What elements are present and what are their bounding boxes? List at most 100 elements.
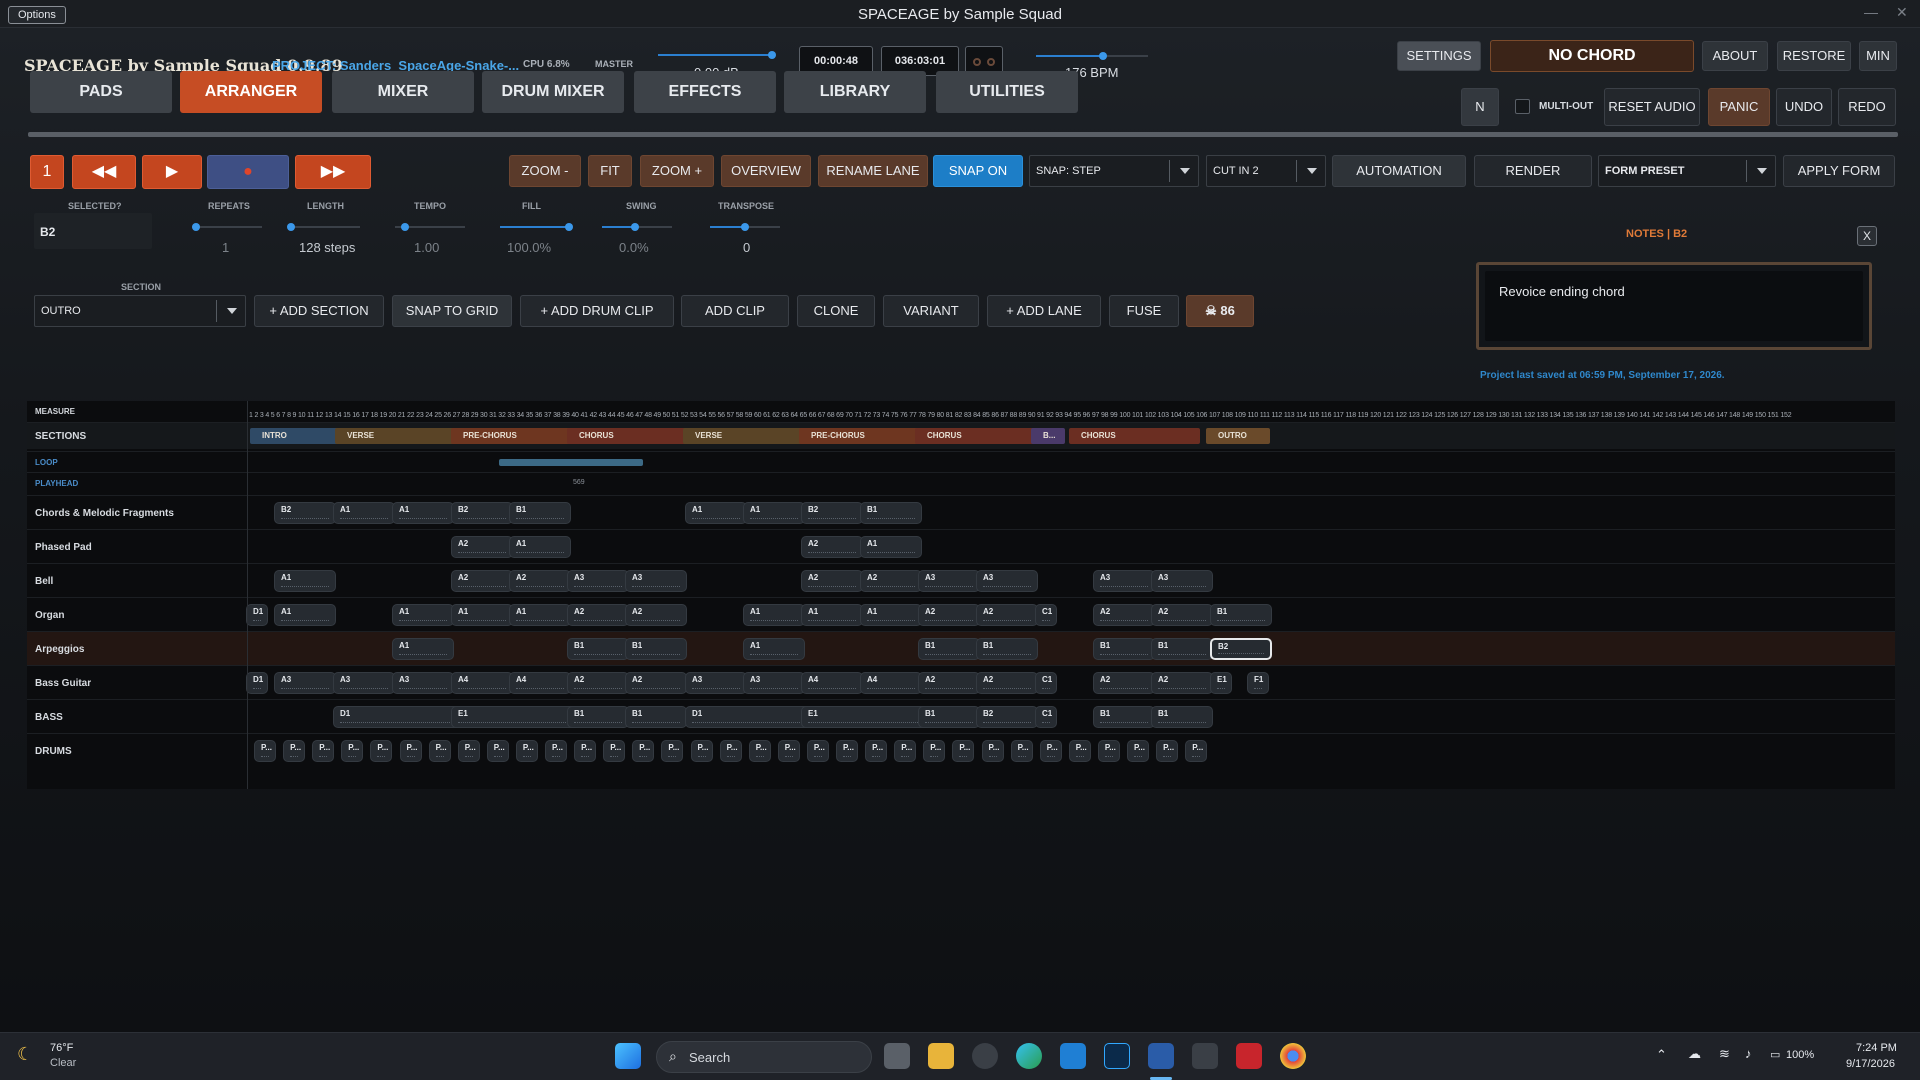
multi-out-checkbox[interactable] [1515,99,1530,114]
clip[interactable]: A3 [567,570,629,592]
chrome-icon[interactable] [1280,1043,1306,1069]
clock-date[interactable]: 9/17/2026 [1846,1058,1895,1070]
variant-button[interactable]: VARIANT [883,295,979,327]
play-icon[interactable]: ▶ [142,155,202,189]
repeats-slider[interactable] [192,226,262,228]
clip[interactable]: A1 [743,502,805,524]
minimize-icon[interactable]: — [1864,4,1878,20]
clone-button[interactable]: CLONE [797,295,875,327]
length-slider[interactable] [290,226,360,228]
loop-region[interactable] [499,459,643,466]
clip[interactable]: A1 [801,604,863,626]
cloud-icon[interactable]: ☁ [1688,1046,1701,1062]
drum-clip[interactable]: P... [952,740,975,762]
clip[interactable]: B2 [1210,638,1272,660]
lane-name[interactable]: Organ [35,610,64,621]
clip[interactable]: A2 [451,570,513,592]
tab-utilities[interactable]: UTILITIES [936,71,1078,113]
clip[interactable]: A2 [801,536,863,558]
weather-desc[interactable]: Clear [50,1057,76,1069]
drum-clip[interactable]: P... [254,740,276,762]
reset-audio-button[interactable]: RESET AUDIO [1604,88,1700,126]
battery-icon[interactable]: ▭ [1770,1048,1780,1061]
clip[interactable]: F1 [1247,672,1269,694]
clip[interactable]: B1 [918,638,980,660]
drum-clip[interactable]: P... [515,740,538,762]
master-slider-knob[interactable] [768,51,776,59]
drum-clip[interactable]: P... [603,740,626,762]
clip[interactable]: A2 [1093,672,1155,694]
clip[interactable]: A2 [918,604,980,626]
add-lane-button[interactable]: + ADD LANE [987,295,1101,327]
clip[interactable]: A2 [860,570,922,592]
chord-display[interactable]: NO CHORD [1490,40,1694,72]
bar-counter-button[interactable]: 1 [30,155,64,189]
drum-clip[interactable]: P... [341,740,364,762]
photoshop-icon[interactable] [1104,1043,1130,1069]
drum-clip[interactable]: P... [923,740,946,762]
snap-step-select[interactable]: SNAP: STEP [1029,155,1199,187]
clip[interactable]: C1 [1035,706,1057,728]
clip[interactable]: E1 [451,706,579,728]
clip[interactable]: A2 [1151,672,1213,694]
clip[interactable]: A2 [625,672,687,694]
lane-name[interactable]: Arpeggios [35,644,84,655]
repeats-knob[interactable] [192,223,200,231]
redo-button[interactable]: REDO [1838,88,1896,126]
drum-clip[interactable]: P... [1039,740,1062,762]
clip[interactable]: B1 [567,706,629,728]
drum-clip[interactable]: P... [457,740,480,762]
clip[interactable]: A1 [743,638,805,660]
clip[interactable]: A3 [685,672,747,694]
min-button[interactable]: MIN [1859,41,1897,71]
drum-clip[interactable]: P... [486,740,509,762]
notes-close-button[interactable]: X [1857,226,1877,246]
transpose-knob[interactable] [741,223,749,231]
file-explorer-icon[interactable] [928,1043,954,1069]
clip[interactable]: A1 [392,502,454,524]
drum-clip[interactable]: P... [719,740,742,762]
clip[interactable]: A2 [918,672,980,694]
clip[interactable]: A2 [976,604,1038,626]
fill-slider[interactable] [500,226,570,228]
drum-clip[interactable]: P... [283,740,306,762]
clip[interactable]: E1 [801,706,929,728]
drum-clip[interactable]: P... [399,740,422,762]
search-box[interactable]: ⌕ Search [656,1041,872,1073]
clip[interactable]: B1 [625,706,687,728]
edge-icon[interactable] [1016,1043,1042,1069]
drum-clip[interactable]: P... [1068,740,1091,762]
clip[interactable]: A4 [509,672,571,694]
clip[interactable]: A2 [567,604,629,626]
drum-clip[interactable]: P... [370,740,393,762]
notes-textarea[interactable]: Revoice ending chord [1485,271,1863,341]
clip[interactable]: D1 [246,672,268,694]
drum-clip[interactable]: P... [1185,740,1208,762]
drum-clip[interactable]: P... [865,740,888,762]
cut-in-select[interactable]: CUT IN 2 [1206,155,1326,187]
clip[interactable]: B1 [1151,706,1213,728]
tab-library[interactable]: LIBRARY [784,71,926,113]
clip[interactable]: A1 [743,604,805,626]
rewind-icon[interactable]: ◀◀ [72,155,136,189]
drum-clip[interactable]: P... [836,740,858,762]
drum-clip[interactable]: P... [1127,740,1149,762]
clip[interactable]: A3 [976,570,1038,592]
tab-arranger[interactable]: ARRANGER [180,71,322,113]
clip[interactable]: C1 [1035,604,1057,626]
clip[interactable]: A4 [801,672,863,694]
clip[interactable]: A3 [274,672,336,694]
clip[interactable]: C1 [1035,672,1057,694]
snap-on-toggle[interactable]: SNAP ON [933,155,1023,187]
clip[interactable]: A2 [625,604,687,626]
clip[interactable]: A3 [743,672,805,694]
drum-clip[interactable]: P... [312,740,335,762]
tempo-knob[interactable] [401,223,409,231]
render-button[interactable]: RENDER [1474,155,1592,187]
clip[interactable]: B1 [860,502,922,524]
automation-button[interactable]: AUTOMATION [1332,155,1466,187]
panic-button[interactable]: PANIC [1708,88,1770,126]
section-chip[interactable]: OUTRO [1206,428,1270,444]
overview-button[interactable]: OVERVIEW [721,155,811,187]
filezilla-icon[interactable] [1236,1043,1262,1069]
